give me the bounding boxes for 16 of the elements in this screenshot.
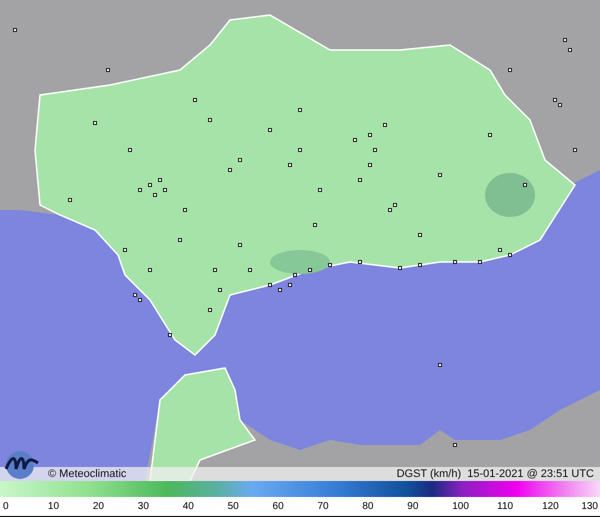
scale-label: 110 bbox=[497, 501, 514, 512]
credit-text: © Meteoclimatic bbox=[48, 468, 126, 480]
scale-label: 40 bbox=[182, 501, 194, 512]
scale-label: 10 bbox=[48, 501, 60, 512]
scale-label: 60 bbox=[272, 501, 284, 512]
scale-label: 20 bbox=[92, 501, 104, 512]
scale-label: 120 bbox=[542, 501, 559, 512]
scale-label: 90 bbox=[407, 501, 418, 512]
scale-label: 130 bbox=[581, 501, 598, 512]
scale-label: 100 bbox=[452, 501, 469, 512]
scale-label: 80 bbox=[362, 501, 374, 512]
scale-label: 0 bbox=[3, 501, 9, 512]
scale-label: 30 bbox=[138, 501, 149, 512]
map-caption: DGST (km/h) 15-01-2021 @ 23:51 UTC bbox=[396, 468, 594, 480]
scale-label: 50 bbox=[228, 501, 239, 512]
scale-label: 70 bbox=[317, 501, 329, 512]
